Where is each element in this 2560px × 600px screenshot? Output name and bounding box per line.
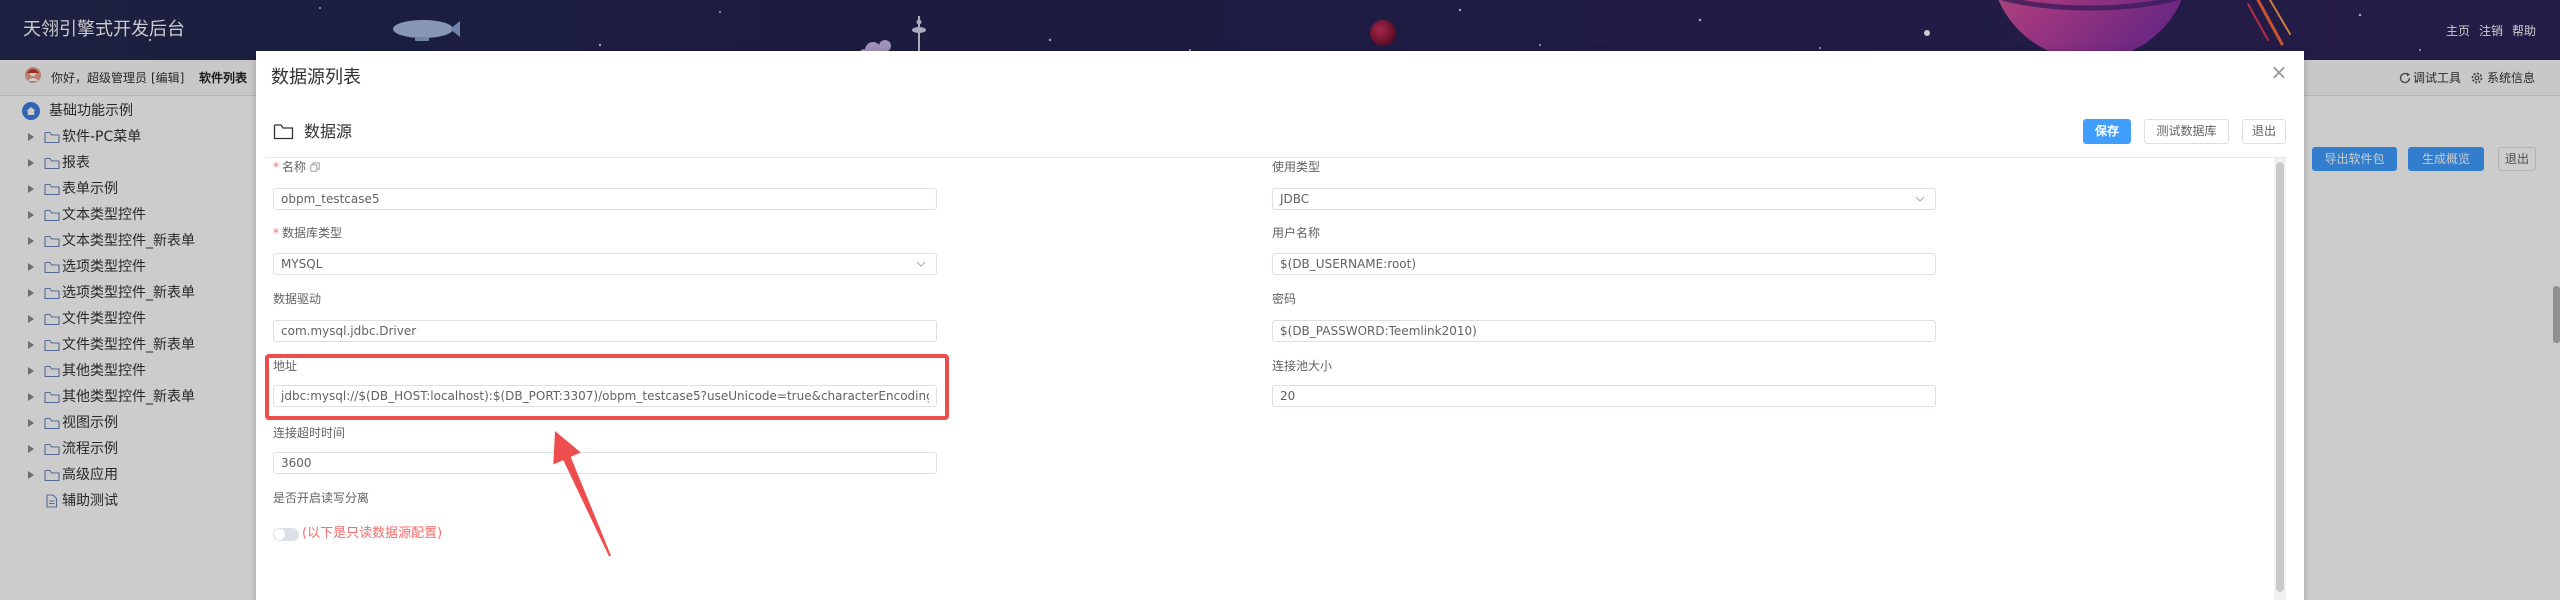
save-button[interactable]: 保存: [2083, 119, 2131, 144]
db-type-select[interactable]: MYSQL: [273, 253, 937, 275]
test-database-button[interactable]: 测试数据库: [2144, 119, 2229, 144]
scrollbar-thumb[interactable]: [2276, 162, 2284, 592]
db-type-label-text: 数据库类型: [282, 226, 343, 240]
rw-split-label: 是否开启读写分离: [273, 491, 370, 505]
divider: [266, 157, 2286, 158]
name-label: * 名称: [273, 159, 320, 175]
password-input[interactable]: [1272, 320, 1936, 342]
use-type-select[interactable]: JDBC: [1272, 188, 1936, 210]
dialog-title: 数据源列表: [271, 67, 361, 88]
password-label: 密码: [1272, 292, 1297, 306]
copy-icon[interactable]: [310, 162, 320, 172]
use-type-value: JDBC: [1280, 192, 1310, 206]
username-label: 用户名称: [1272, 226, 1321, 240]
toggle-knob: [274, 529, 285, 540]
username-input[interactable]: [1272, 253, 1936, 275]
section-title: 数据源: [304, 122, 353, 141]
driver-input[interactable]: [273, 320, 937, 342]
rw-split-toggle[interactable]: [273, 528, 299, 541]
name-input[interactable]: [273, 188, 937, 210]
required-mark: *: [273, 160, 279, 174]
chevron-down-icon: [1915, 196, 1925, 202]
chevron-down-icon: [916, 261, 926, 267]
pool-size-input[interactable]: [1272, 385, 1936, 407]
pool-size-label: 连接池大小: [1272, 359, 1333, 373]
close-icon[interactable]: ×: [2269, 61, 2289, 83]
form-scrollbar[interactable]: [2274, 158, 2286, 600]
db-type-label: * 数据库类型: [273, 225, 342, 241]
use-type-label: 使用类型: [1272, 160, 1321, 174]
timeout-input[interactable]: [273, 452, 937, 474]
db-type-value: MYSQL: [281, 257, 323, 271]
timeout-label: 连接超时时间: [273, 426, 346, 440]
readonly-datasource-note: (以下是只读数据源配置): [302, 526, 443, 541]
driver-label: 数据驱动: [273, 292, 322, 306]
required-mark: *: [273, 226, 279, 240]
name-label-text: 名称: [282, 160, 307, 174]
exit-button[interactable]: 退出: [2242, 119, 2286, 144]
folder-icon: [273, 124, 294, 140]
url-input[interactable]: [273, 385, 937, 407]
datasource-dialog: 数据源列表 × 数据源 保存 测试数据库 退出 * 名称 使用类型 JDBC *…: [256, 51, 2304, 600]
url-label: 地址: [273, 359, 298, 373]
